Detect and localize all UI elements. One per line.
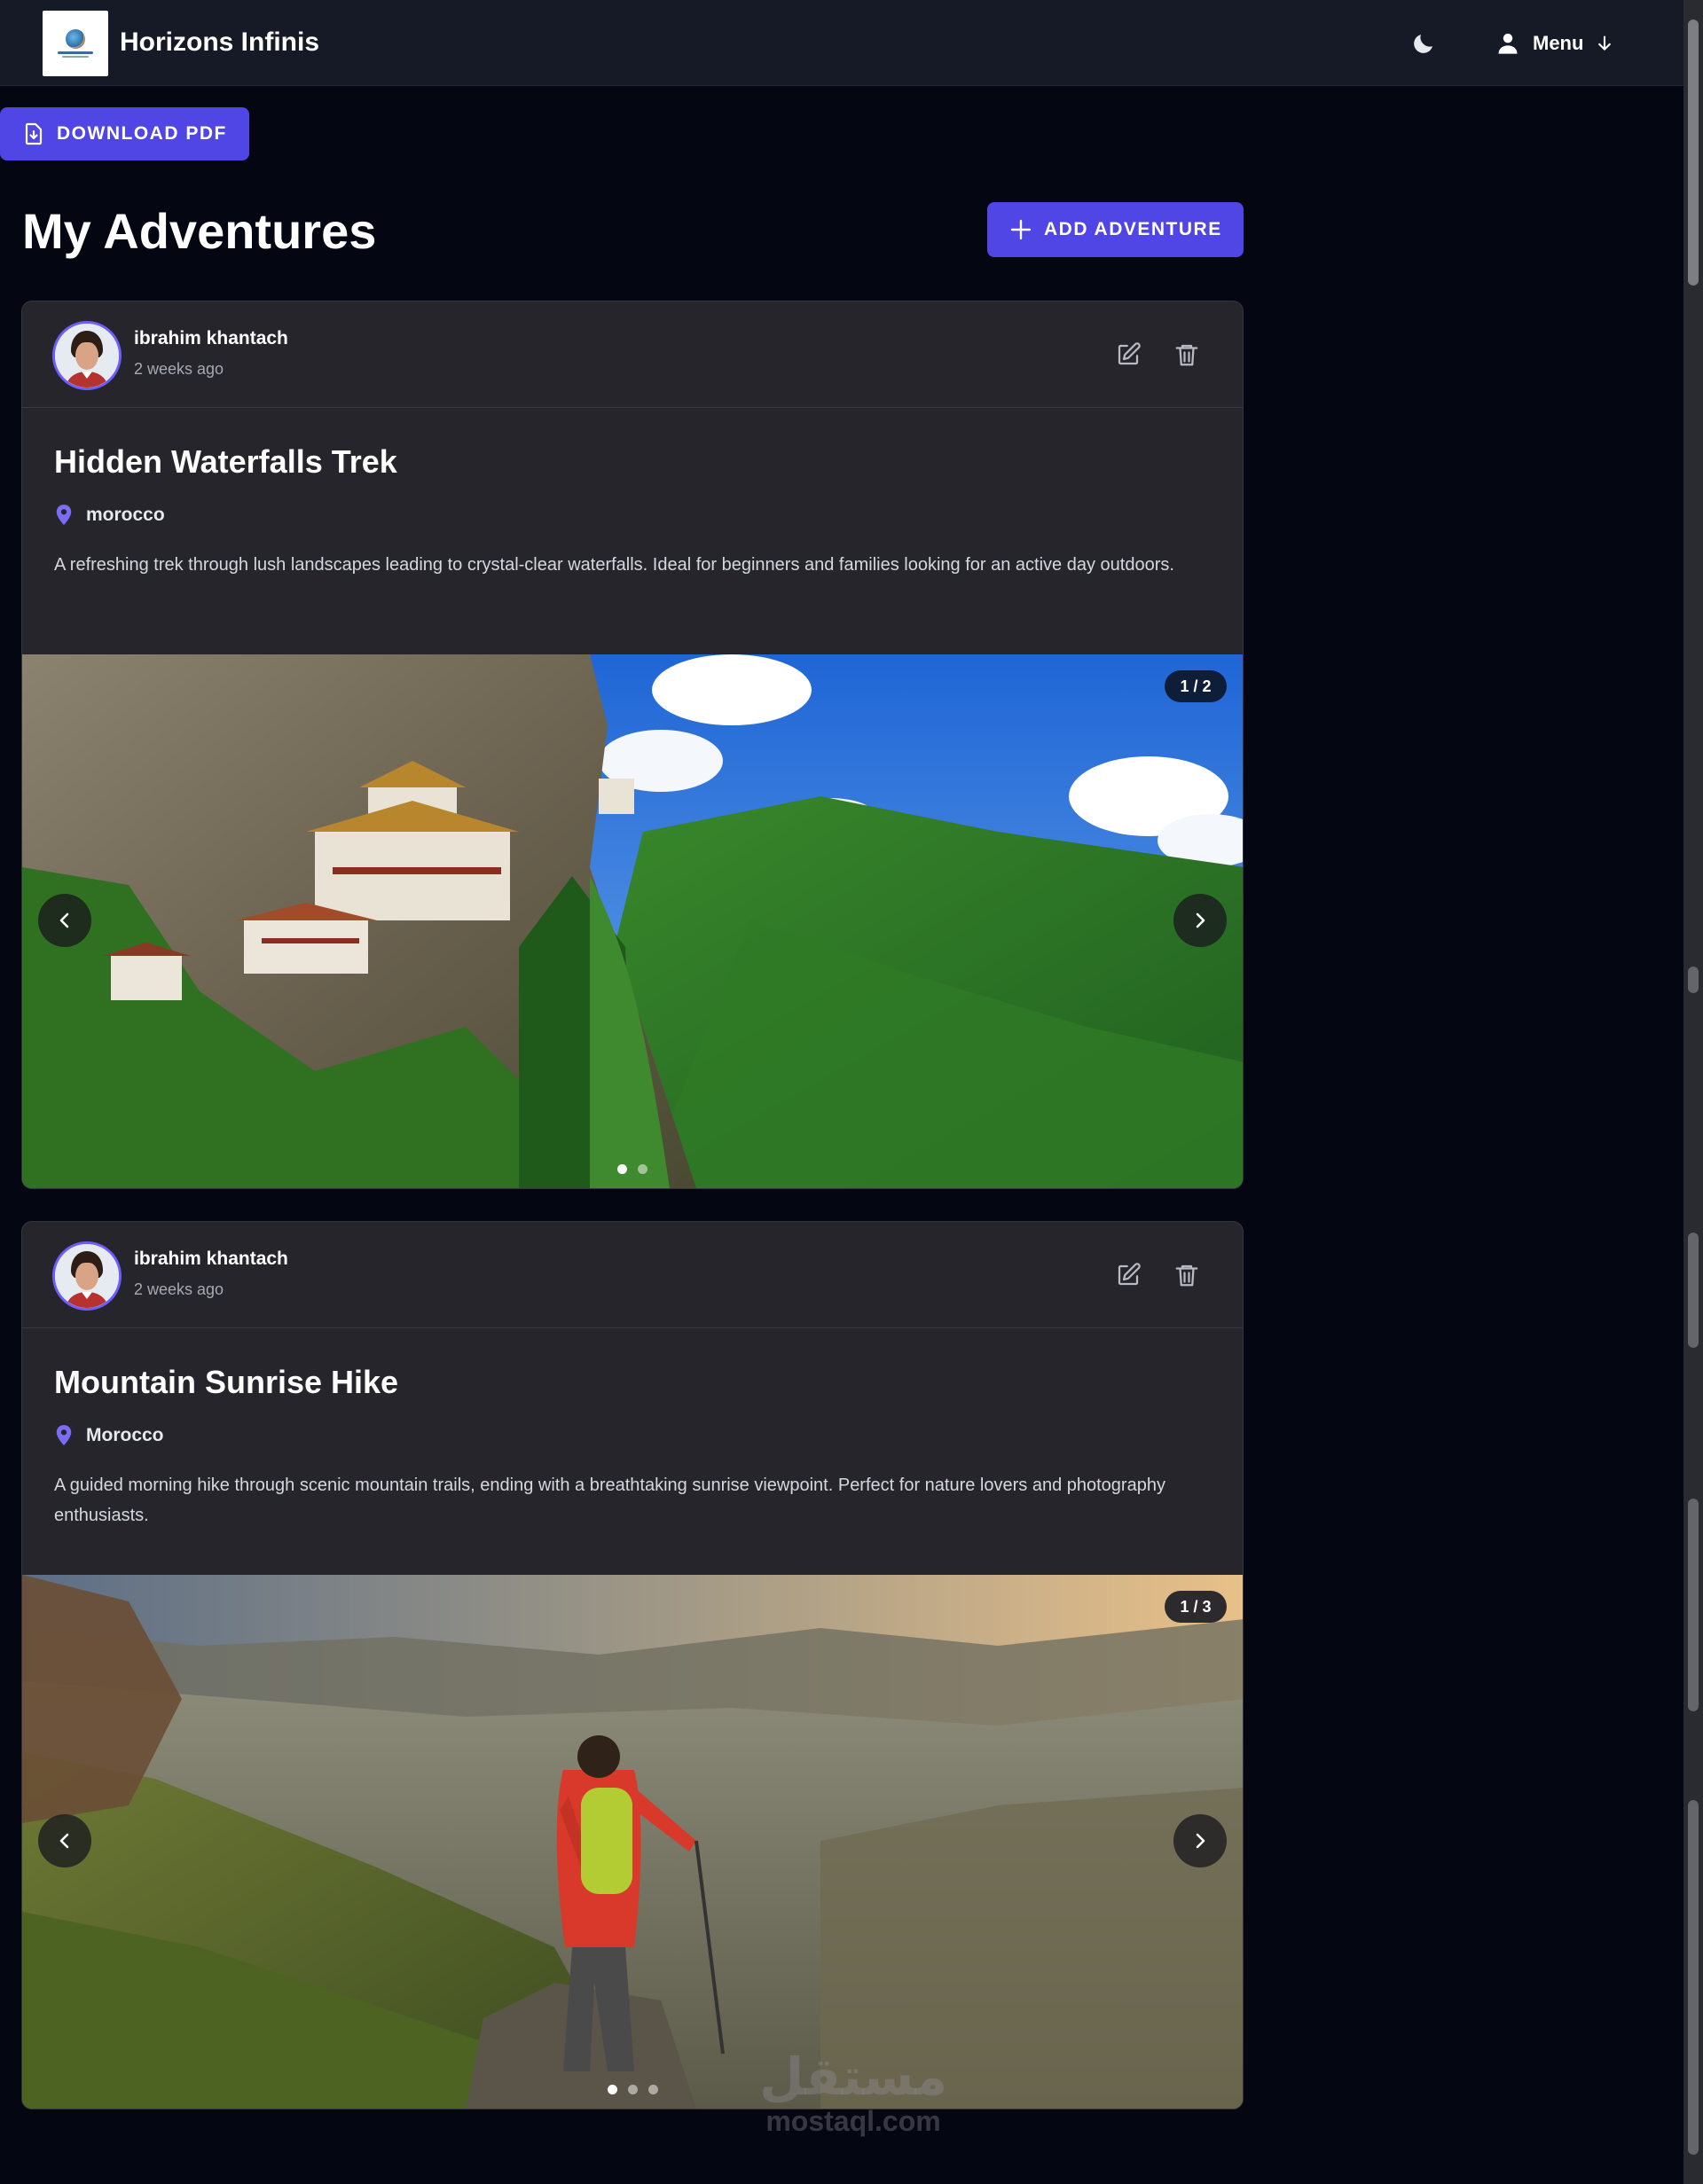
trash-icon[interactable] bbox=[1173, 1262, 1200, 1288]
chevron-left-icon bbox=[59, 912, 69, 928]
post-time: 2 weeks ago bbox=[134, 360, 224, 378]
moon-icon[interactable] bbox=[1410, 30, 1437, 57]
chevron-right-icon bbox=[1196, 912, 1205, 928]
location-label: morocco bbox=[86, 505, 165, 525]
edit-icon[interactable] bbox=[1115, 341, 1142, 368]
post-time: 2 weeks ago bbox=[134, 1280, 224, 1298]
author-name[interactable]: ibrahim khantach bbox=[134, 328, 288, 349]
brand-name[interactable]: Horizons Infinis bbox=[120, 27, 319, 58]
file-download-icon bbox=[25, 122, 43, 145]
avatar[interactable] bbox=[52, 321, 122, 390]
sunrise-hiker-photo bbox=[22, 1575, 1243, 2109]
user-menu-button[interactable]: Menu bbox=[1495, 28, 1613, 59]
chevron-left-icon bbox=[59, 1833, 69, 1849]
arrow-down-icon bbox=[1598, 35, 1612, 51]
scrollbar-marker bbox=[1688, 1233, 1699, 1348]
carousel-dots bbox=[22, 2085, 1243, 2094]
location: morocco bbox=[54, 504, 165, 527]
edit-icon[interactable] bbox=[1115, 1262, 1142, 1288]
carousel-dot[interactable] bbox=[627, 2085, 638, 2094]
carousel-prev-button[interactable] bbox=[38, 894, 91, 947]
download-pdf-button[interactable]: DOWNLOAD PDF bbox=[0, 107, 249, 160]
scrollbar-thumb[interactable] bbox=[1688, 20, 1699, 286]
card-body: Hidden Waterfalls Trek morocco A refresh… bbox=[22, 408, 1243, 654]
monastery-cliff-photo bbox=[22, 654, 1243, 1188]
adventure-description: A guided morning hike through scenic mou… bbox=[54, 1476, 1165, 1525]
image-counter: 1 / 2 bbox=[1165, 670, 1227, 702]
carousel-dot[interactable] bbox=[647, 2085, 658, 2094]
watermark: مستقل mostaql.com bbox=[747, 2048, 960, 2137]
download-pdf-label: DOWNLOAD PDF bbox=[57, 123, 227, 144]
carousel-next-button[interactable] bbox=[1173, 894, 1227, 947]
author-name[interactable]: ibrahim khantach bbox=[134, 1249, 288, 1270]
menu-label: Menu bbox=[1533, 32, 1584, 54]
adventure-title[interactable]: Mountain Sunrise Hike bbox=[54, 1364, 398, 1401]
watermark-latin: mostaql.com bbox=[765, 2105, 941, 2137]
carousel-dot[interactable] bbox=[638, 1164, 647, 1174]
map-pin-icon bbox=[56, 1425, 72, 1445]
card-header: ibrahim khantach 2 weeks ago bbox=[22, 1222, 1243, 1328]
adventure-card: ibrahim khantach 2 weeks ago Hidden Wate… bbox=[21, 301, 1244, 1189]
scrollbar-marker bbox=[1688, 967, 1699, 993]
top-navbar: Horizons Infinis Menu bbox=[0, 0, 1683, 86]
avatar[interactable] bbox=[52, 1241, 122, 1311]
carousel-prev-button[interactable] bbox=[38, 1814, 91, 1867]
map-pin-icon bbox=[56, 505, 72, 525]
page-title: My Adventures bbox=[22, 203, 377, 259]
scrollbar-marker bbox=[1688, 1499, 1699, 1711]
chevron-right-icon bbox=[1196, 1833, 1205, 1849]
image-counter: 1 / 3 bbox=[1165, 1591, 1227, 1623]
carousel-next-button[interactable] bbox=[1173, 1814, 1227, 1867]
user-portrait bbox=[55, 324, 119, 387]
scrollbar[interactable] bbox=[1683, 0, 1703, 2184]
user-icon bbox=[1498, 33, 1518, 54]
globe-logo-mark bbox=[66, 29, 85, 49]
add-adventure-label: ADD ADVENTURE bbox=[1044, 219, 1222, 239]
scrollbar-marker bbox=[1688, 1800, 1699, 2155]
location: Morocco bbox=[54, 1424, 164, 1447]
card-header: ibrahim khantach 2 weeks ago bbox=[22, 301, 1243, 408]
adventure-description: A refreshing trek through lush landscape… bbox=[54, 555, 1174, 575]
plus-icon bbox=[1010, 219, 1032, 240]
add-adventure-button[interactable]: ADD ADVENTURE bbox=[987, 202, 1244, 257]
carousel-dots bbox=[22, 1164, 1243, 1174]
image-carousel[interactable]: 1 / 2 bbox=[22, 654, 1243, 1188]
user-portrait bbox=[55, 1244, 119, 1308]
location-label: Morocco bbox=[86, 1425, 164, 1445]
watermark-arabic: مستقل bbox=[758, 2047, 948, 2107]
trash-icon[interactable] bbox=[1173, 341, 1200, 368]
carousel-dot[interactable] bbox=[617, 1164, 627, 1174]
adventure-card: ibrahim khantach 2 weeks ago Mountain Su… bbox=[21, 1221, 1244, 2110]
image-carousel[interactable]: 1 / 3 bbox=[22, 1575, 1243, 2109]
brand-logo[interactable] bbox=[43, 11, 108, 76]
adventure-title[interactable]: Hidden Waterfalls Trek bbox=[54, 443, 397, 481]
card-body: Mountain Sunrise Hike Morocco A guided m… bbox=[22, 1328, 1243, 1575]
carousel-dot[interactable] bbox=[607, 2085, 617, 2094]
